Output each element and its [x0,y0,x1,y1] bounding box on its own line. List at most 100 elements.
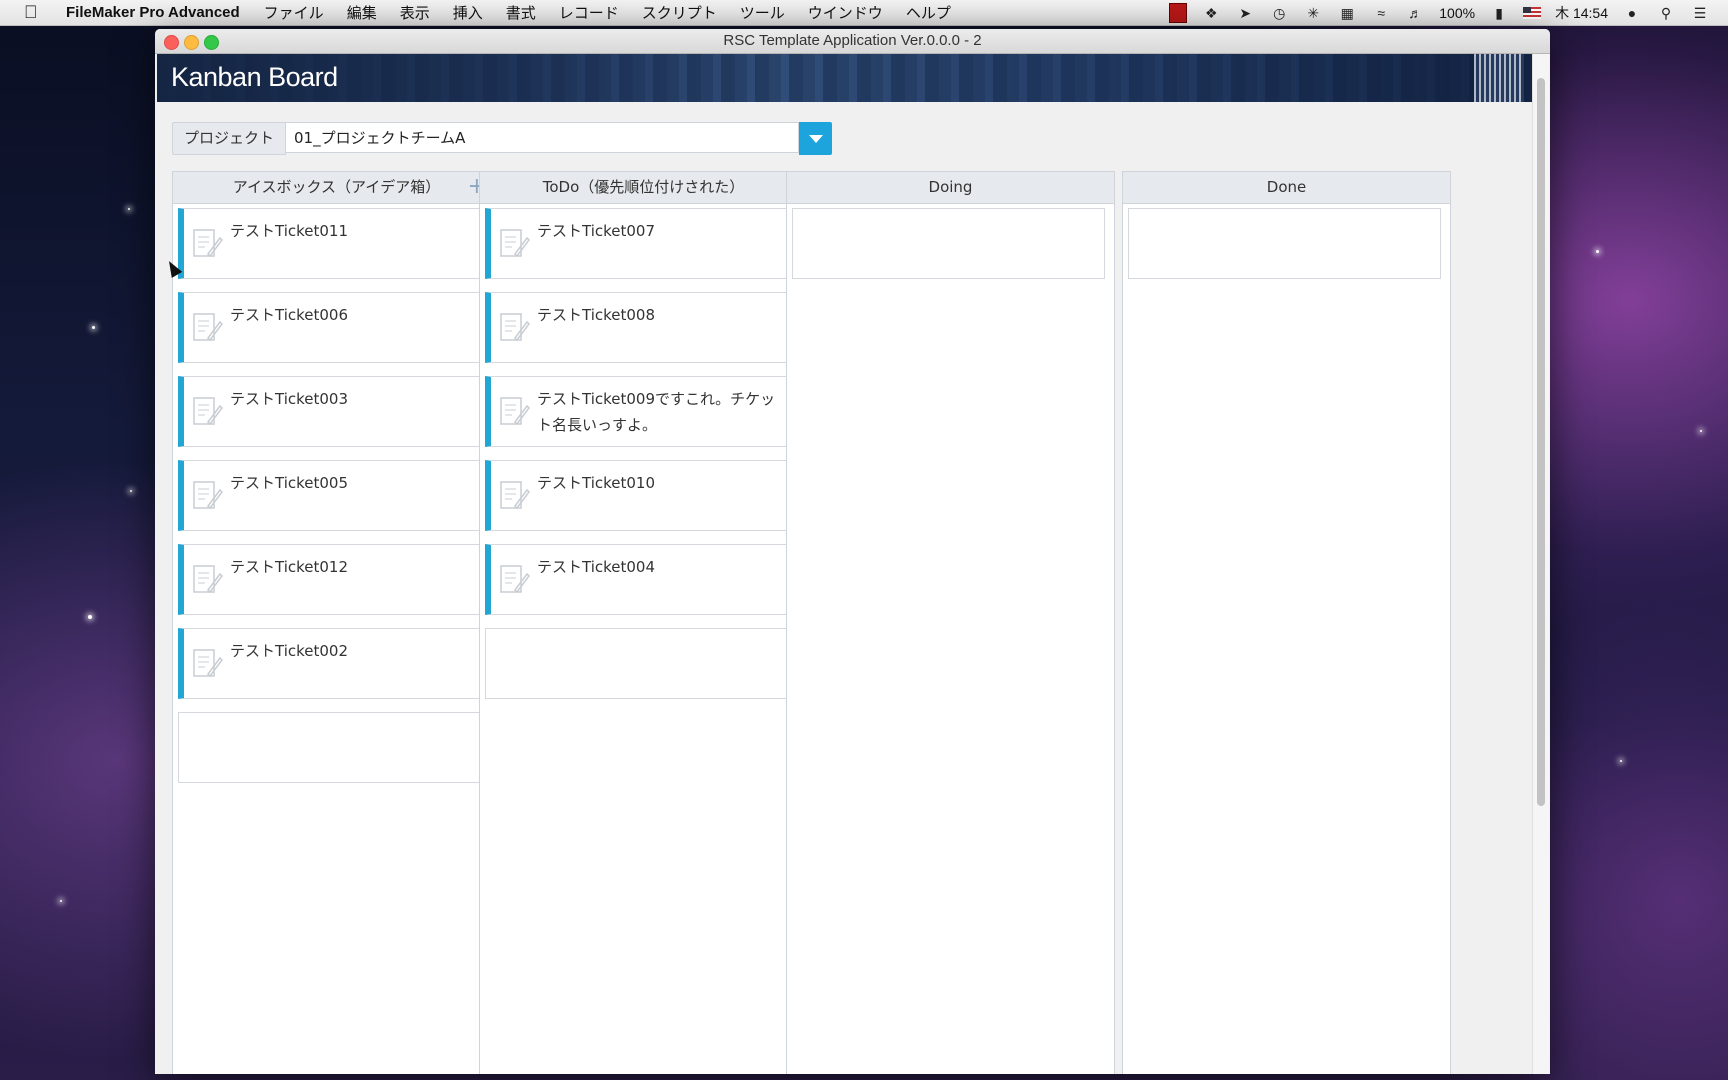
menu-scripts[interactable]: スクリプト [642,2,717,23]
ticket-card[interactable]: テストTicket008 [485,292,798,363]
menu-tools[interactable]: ツール [740,2,785,23]
minimize-window-button[interactable] [184,35,199,50]
column-title: Done [1266,178,1307,196]
column-done: Done [1122,171,1451,1074]
ticket-title: テストTicket006 [230,306,349,324]
window-titlebar[interactable]: RSC Template Application Ver.0.0.0 - 2 [155,29,1550,54]
document-pen-icon [500,313,530,342]
close-window-button[interactable] [164,35,179,50]
ticket-title: テストTicket008 [537,306,656,324]
column-doing: Doing [786,171,1115,1074]
ticket-title: テストTicket005 [230,474,349,492]
ticket-title: テストTicket003 [230,390,349,408]
film-icon[interactable] [1169,2,1188,23]
document-pen-icon [500,229,530,258]
ticket-card[interactable]: テストTicket007 [485,208,798,279]
star [88,615,92,619]
time-machine-icon[interactable]: ◷ [1269,5,1289,21]
banner-decoration [1474,54,1524,102]
menu-window[interactable]: ウインドウ [808,2,883,23]
menu-help[interactable]: ヘルプ [906,2,951,23]
empty-card-slot[interactable] [792,208,1105,279]
document-pen-icon [193,313,223,342]
spotlight-search-icon[interactable]: ⚲ [1656,5,1676,21]
ticket-title: テストTicket007 [537,222,656,240]
battery-percent: 100% [1439,4,1476,21]
notification-list-icon[interactable]: ☰ [1690,5,1710,21]
ticket-title: テストTicket009ですこれ。チケット名長いっすよ。 [537,390,776,434]
column-header: ToDo（優先順位付けされた） [480,172,807,204]
battery-icon[interactable]: ▮ [1489,5,1509,21]
ticket-title: テストTicket011 [230,222,349,240]
column-header: Done [1123,172,1450,204]
folder-arrow-icon[interactable]: ➤ [1235,5,1255,21]
column-todo: ToDo（優先順位付けされた） テストTicket007 テストTicket00… [479,171,808,1074]
card-list: テストTicket007 テストTicket008 テストTicket009です… [480,204,807,699]
menu-app-name[interactable]: FileMaker Pro Advanced [66,4,240,21]
dropbox-icon[interactable]: ❖ [1201,5,1221,21]
column-title: アイスボックス（アイデア箱） [232,178,441,196]
empty-card-slot[interactable] [1128,208,1441,279]
ticket-title: テストTicket004 [537,558,656,576]
card-list: テストTicket011 テストTicket006 テストTicket003 テ… [173,204,500,783]
menu-format[interactable]: 書式 [506,2,536,23]
document-pen-icon [193,565,223,594]
project-dropdown-button[interactable] [799,122,832,155]
column-icebox: アイスボックス（アイデア箱） + テストTicket011 テストTicket0… [172,171,501,1074]
ticket-card[interactable]: テストTicket005 [178,460,491,531]
document-pen-icon [193,649,223,678]
document-pen-icon [193,229,223,258]
card-list [787,204,1114,279]
us-flag-icon[interactable] [1523,6,1542,19]
keyboard-icon[interactable]: ▦ [1337,5,1357,21]
star [60,900,62,902]
ticket-title: テストTicket010 [537,474,656,492]
ticket-title: テストTicket012 [230,558,349,576]
ticket-card[interactable]: テストTicket011 [178,208,491,279]
ticket-card[interactable]: テストTicket002 [178,628,491,699]
ticket-card[interactable]: テストTicket010 [485,460,798,531]
triangle-down-icon [808,134,823,143]
header-banner: Kanban Board [157,54,1532,102]
ticket-card[interactable]: テストTicket012 [178,544,491,615]
star [1700,430,1702,432]
apple-menu-icon[interactable]:  [24,2,46,23]
project-label: プロジェクト [172,122,286,155]
column-title: Doing [928,178,973,196]
vertical-scrollbar[interactable] [1532,54,1549,1074]
document-pen-icon [500,397,530,426]
window-title: RSC Template Application Ver.0.0.0 - 2 [723,32,982,49]
menu-edit[interactable]: 編集 [347,2,377,23]
wifi-icon[interactable]: ≈ [1371,5,1391,21]
empty-card-slot[interactable] [178,712,491,783]
zoom-window-button[interactable] [204,35,219,50]
menu-records[interactable]: レコード [559,2,619,23]
user-icon[interactable]: ● [1622,5,1642,21]
app-window: RSC Template Application Ver.0.0.0 - 2 K… [155,29,1550,1074]
document-pen-icon [193,481,223,510]
column-header: Doing [787,172,1114,204]
volume-icon[interactable]: ♬ [1405,5,1425,21]
scrollbar-thumb[interactable] [1537,78,1545,806]
empty-card-slot[interactable] [485,628,798,699]
ticket-card[interactable]: テストTicket006 [178,292,491,363]
document-pen-icon [500,565,530,594]
star [130,490,132,492]
column-title: ToDo（優先順位付けされた） [542,178,745,196]
project-selector: プロジェクト 01_プロジェクトチームA [172,122,832,155]
menubar-clock[interactable]: 木 14:54 [1555,3,1608,23]
ticket-card[interactable]: テストTicket004 [485,544,798,615]
document-pen-icon [193,397,223,426]
ticket-card[interactable]: テストTicket003 [178,376,491,447]
menu-insert[interactable]: 挿入 [453,2,483,23]
menu-view[interactable]: 表示 [400,2,430,23]
project-select[interactable]: 01_プロジェクトチームA [286,122,799,153]
page-title: Kanban Board [171,62,338,92]
ticket-title: テストTicket002 [230,642,349,660]
star [92,326,95,329]
ticket-card[interactable]: テストTicket009ですこれ。チケット名長いっすよ。 [485,376,798,447]
column-header: アイスボックス（アイデア箱） + [173,172,500,204]
status-area: ❖ ➤ ◷ ✳ ▦ ≈ ♬ 100% ▮ 木 14:54 ● ⚲ ☰ [1169,0,1710,25]
menu-file[interactable]: ファイル [264,2,324,23]
bluetooth-icon[interactable]: ✳ [1303,5,1323,21]
